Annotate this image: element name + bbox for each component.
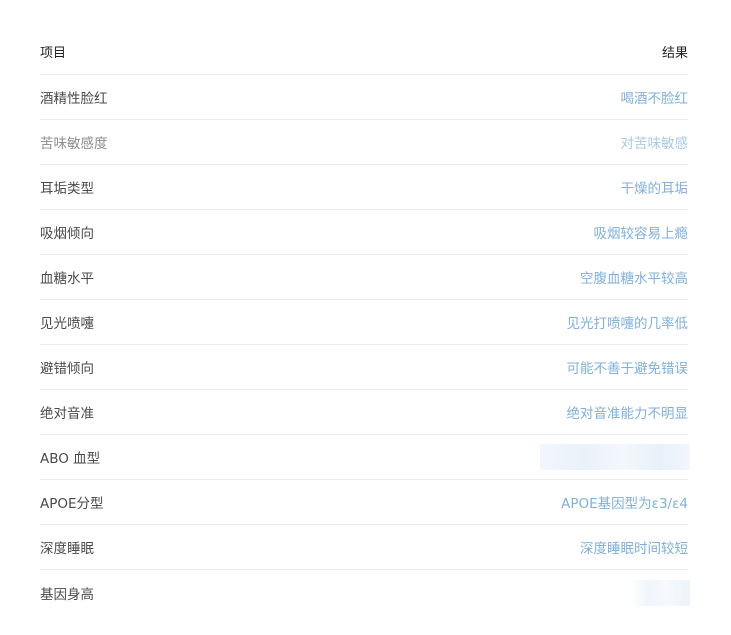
table-row[interactable]: 酒精性脸红 喝酒不脸红 (40, 75, 688, 120)
item-name: ABO 血型 (40, 451, 101, 467)
item-result[interactable]: 深度睡眠时间较短 (580, 537, 688, 557)
table-row[interactable]: APOE分型 APOE基因型为ε3/ε4 (40, 480, 688, 525)
item-name: 避错倾向 (40, 361, 94, 377)
item-name: 基因身高 (40, 586, 94, 603)
table-row[interactable]: 绝对音准 绝对音准能力不明显 (40, 390, 688, 435)
table-row[interactable]: 苦味敏感度 对苦味敏感 (40, 120, 688, 165)
item-name: 绝对音准 (40, 406, 94, 422)
item-name: 见光喷嚏 (40, 316, 94, 332)
table-row[interactable]: 见光喷嚏 见光打喷嚏的几率低 (40, 300, 688, 345)
item-name: 耳垢类型 (40, 181, 94, 197)
table-header: 项目 结果 (40, 29, 688, 75)
item-result[interactable]: 可能不善于避免错误 (567, 357, 689, 377)
redacted-result (540, 444, 690, 470)
item-name: 吸烟倾向 (40, 226, 94, 242)
item-name: 酒精性脸红 (40, 91, 108, 107)
header-item-label: 项目 (40, 46, 67, 61)
item-result[interactable]: 喝酒不脸红 (621, 87, 689, 107)
header-result-label: 结果 (661, 46, 688, 61)
item-result[interactable]: 干燥的耳垢 (621, 177, 689, 197)
redacted-result (630, 579, 690, 606)
table-row[interactable]: 吸烟倾向 吸烟较容易上瘾 (40, 210, 688, 255)
item-name: 血糖水平 (40, 271, 94, 287)
table-row[interactable]: 耳垢类型 干燥的耳垢 (40, 165, 688, 210)
item-name: APOE分型 (40, 496, 104, 512)
item-result[interactable]: APOE基因型为ε3/ε4 (561, 492, 688, 512)
item-result[interactable]: 绝对音准能力不明显 (567, 402, 689, 422)
results-table: 项目 结果 酒精性脸红 喝酒不脸红 苦味敏感度 对苦味敏感 耳垢类型 干燥的耳垢… (40, 29, 690, 615)
item-result[interactable]: 空腹血糖水平较高 (580, 267, 688, 287)
table-row[interactable]: ABO 血型 (40, 435, 690, 480)
table-row[interactable]: 深度睡眠 深度睡眠时间较短 (40, 525, 688, 570)
table-row[interactable]: 基因身高 (40, 570, 690, 615)
item-name: 苦味敏感度 (40, 136, 108, 152)
table-row[interactable]: 避错倾向 可能不善于避免错误 (40, 345, 688, 390)
item-result[interactable]: 吸烟较容易上瘾 (594, 222, 689, 242)
item-result[interactable]: 见光打喷嚏的几率低 (567, 312, 689, 332)
table-row[interactable]: 血糖水平 空腹血糖水平较高 (40, 255, 688, 300)
item-result[interactable]: 对苦味敏感 (621, 132, 689, 152)
item-name: 深度睡眠 (40, 541, 94, 557)
